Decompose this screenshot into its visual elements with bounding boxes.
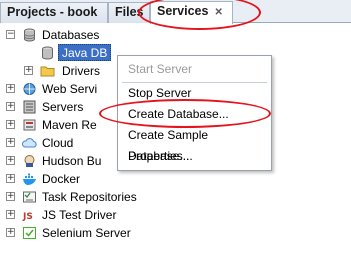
tree-item-label: Docker bbox=[42, 172, 81, 186]
expand-icon[interactable]: + bbox=[24, 66, 33, 75]
tab-files-label: Files bbox=[115, 5, 144, 19]
tree-item-js-test-driver[interactable]: + JS JS Test Driver bbox=[0, 206, 351, 224]
expand-icon[interactable]: + bbox=[6, 192, 15, 201]
expand-icon[interactable]: + bbox=[6, 84, 15, 93]
tree-item-label: JS Test Driver bbox=[42, 208, 117, 222]
tab-projects[interactable]: Projects - book bbox=[0, 2, 108, 23]
menu-item-start-server[interactable]: Start Server bbox=[118, 59, 271, 80]
folder-icon bbox=[40, 66, 55, 77]
tree-item-docker[interactable]: + Docker bbox=[0, 170, 351, 188]
tree-item-label: Selenium Server bbox=[42, 226, 131, 240]
tab-files[interactable]: Files bbox=[108, 2, 150, 23]
menu-item-stop-server[interactable]: Stop Server bbox=[118, 83, 271, 104]
menu-item-create-sample-database[interactable]: Create Sample Database... bbox=[118, 125, 271, 163]
context-menu: Start Server Stop Server Create Database… bbox=[117, 55, 272, 171]
tree-item-label: Java DB bbox=[58, 44, 112, 61]
expand-icon[interactable]: + bbox=[6, 138, 15, 147]
expand-icon[interactable]: + bbox=[6, 120, 15, 129]
globe-icon bbox=[23, 83, 36, 95]
menu-item-properties[interactable]: Properties... bbox=[118, 146, 271, 167]
tree-item-label: Databases bbox=[42, 28, 100, 42]
expand-icon[interactable]: + bbox=[6, 228, 15, 237]
tree-item-label: Web Servi bbox=[42, 82, 98, 96]
tab-services[interactable]: Services ✕ bbox=[150, 1, 233, 24]
docker-icon bbox=[23, 173, 36, 185]
svg-text:JS: JS bbox=[22, 212, 33, 222]
window-tab-bar: Projects - book Files Services ✕ bbox=[0, 0, 351, 24]
tree-item-label: Hudson Bu bbox=[42, 154, 102, 168]
maven-icon bbox=[23, 119, 36, 131]
expand-icon[interactable]: + bbox=[6, 102, 15, 111]
expand-icon[interactable]: + bbox=[6, 156, 15, 165]
server-icon bbox=[23, 100, 36, 114]
js-test-driver-icon: JS bbox=[22, 212, 33, 222]
tree-item-label: Cloud bbox=[42, 136, 74, 150]
expand-icon[interactable]: + bbox=[6, 174, 15, 183]
tree-item-label: Drivers bbox=[62, 64, 100, 78]
collapse-icon[interactable]: − bbox=[6, 30, 15, 39]
menu-item-create-database[interactable]: Create Database... bbox=[118, 104, 271, 125]
tab-services-label: Services bbox=[157, 4, 209, 18]
database-icon bbox=[24, 28, 35, 42]
database-icon bbox=[42, 46, 53, 60]
cloud-icon bbox=[22, 138, 37, 148]
hudson-icon bbox=[24, 155, 35, 167]
tree-item-task-repositories[interactable]: + Task Repositories bbox=[0, 188, 351, 206]
tree-item-label: Maven Re bbox=[42, 118, 97, 132]
expand-icon[interactable]: + bbox=[6, 210, 15, 219]
tab-projects-label: Projects - book bbox=[7, 5, 98, 19]
selenium-icon bbox=[23, 227, 36, 239]
tree-item-label: Task Repositories bbox=[42, 190, 137, 204]
tree-item-databases[interactable]: − Databases bbox=[0, 26, 351, 44]
tree-item-label: Servers bbox=[42, 100, 84, 114]
close-icon[interactable]: ✕ bbox=[214, 7, 222, 18]
task-repository-icon bbox=[23, 191, 36, 203]
tree-item-selenium-server[interactable]: + Selenium Server bbox=[0, 224, 351, 242]
